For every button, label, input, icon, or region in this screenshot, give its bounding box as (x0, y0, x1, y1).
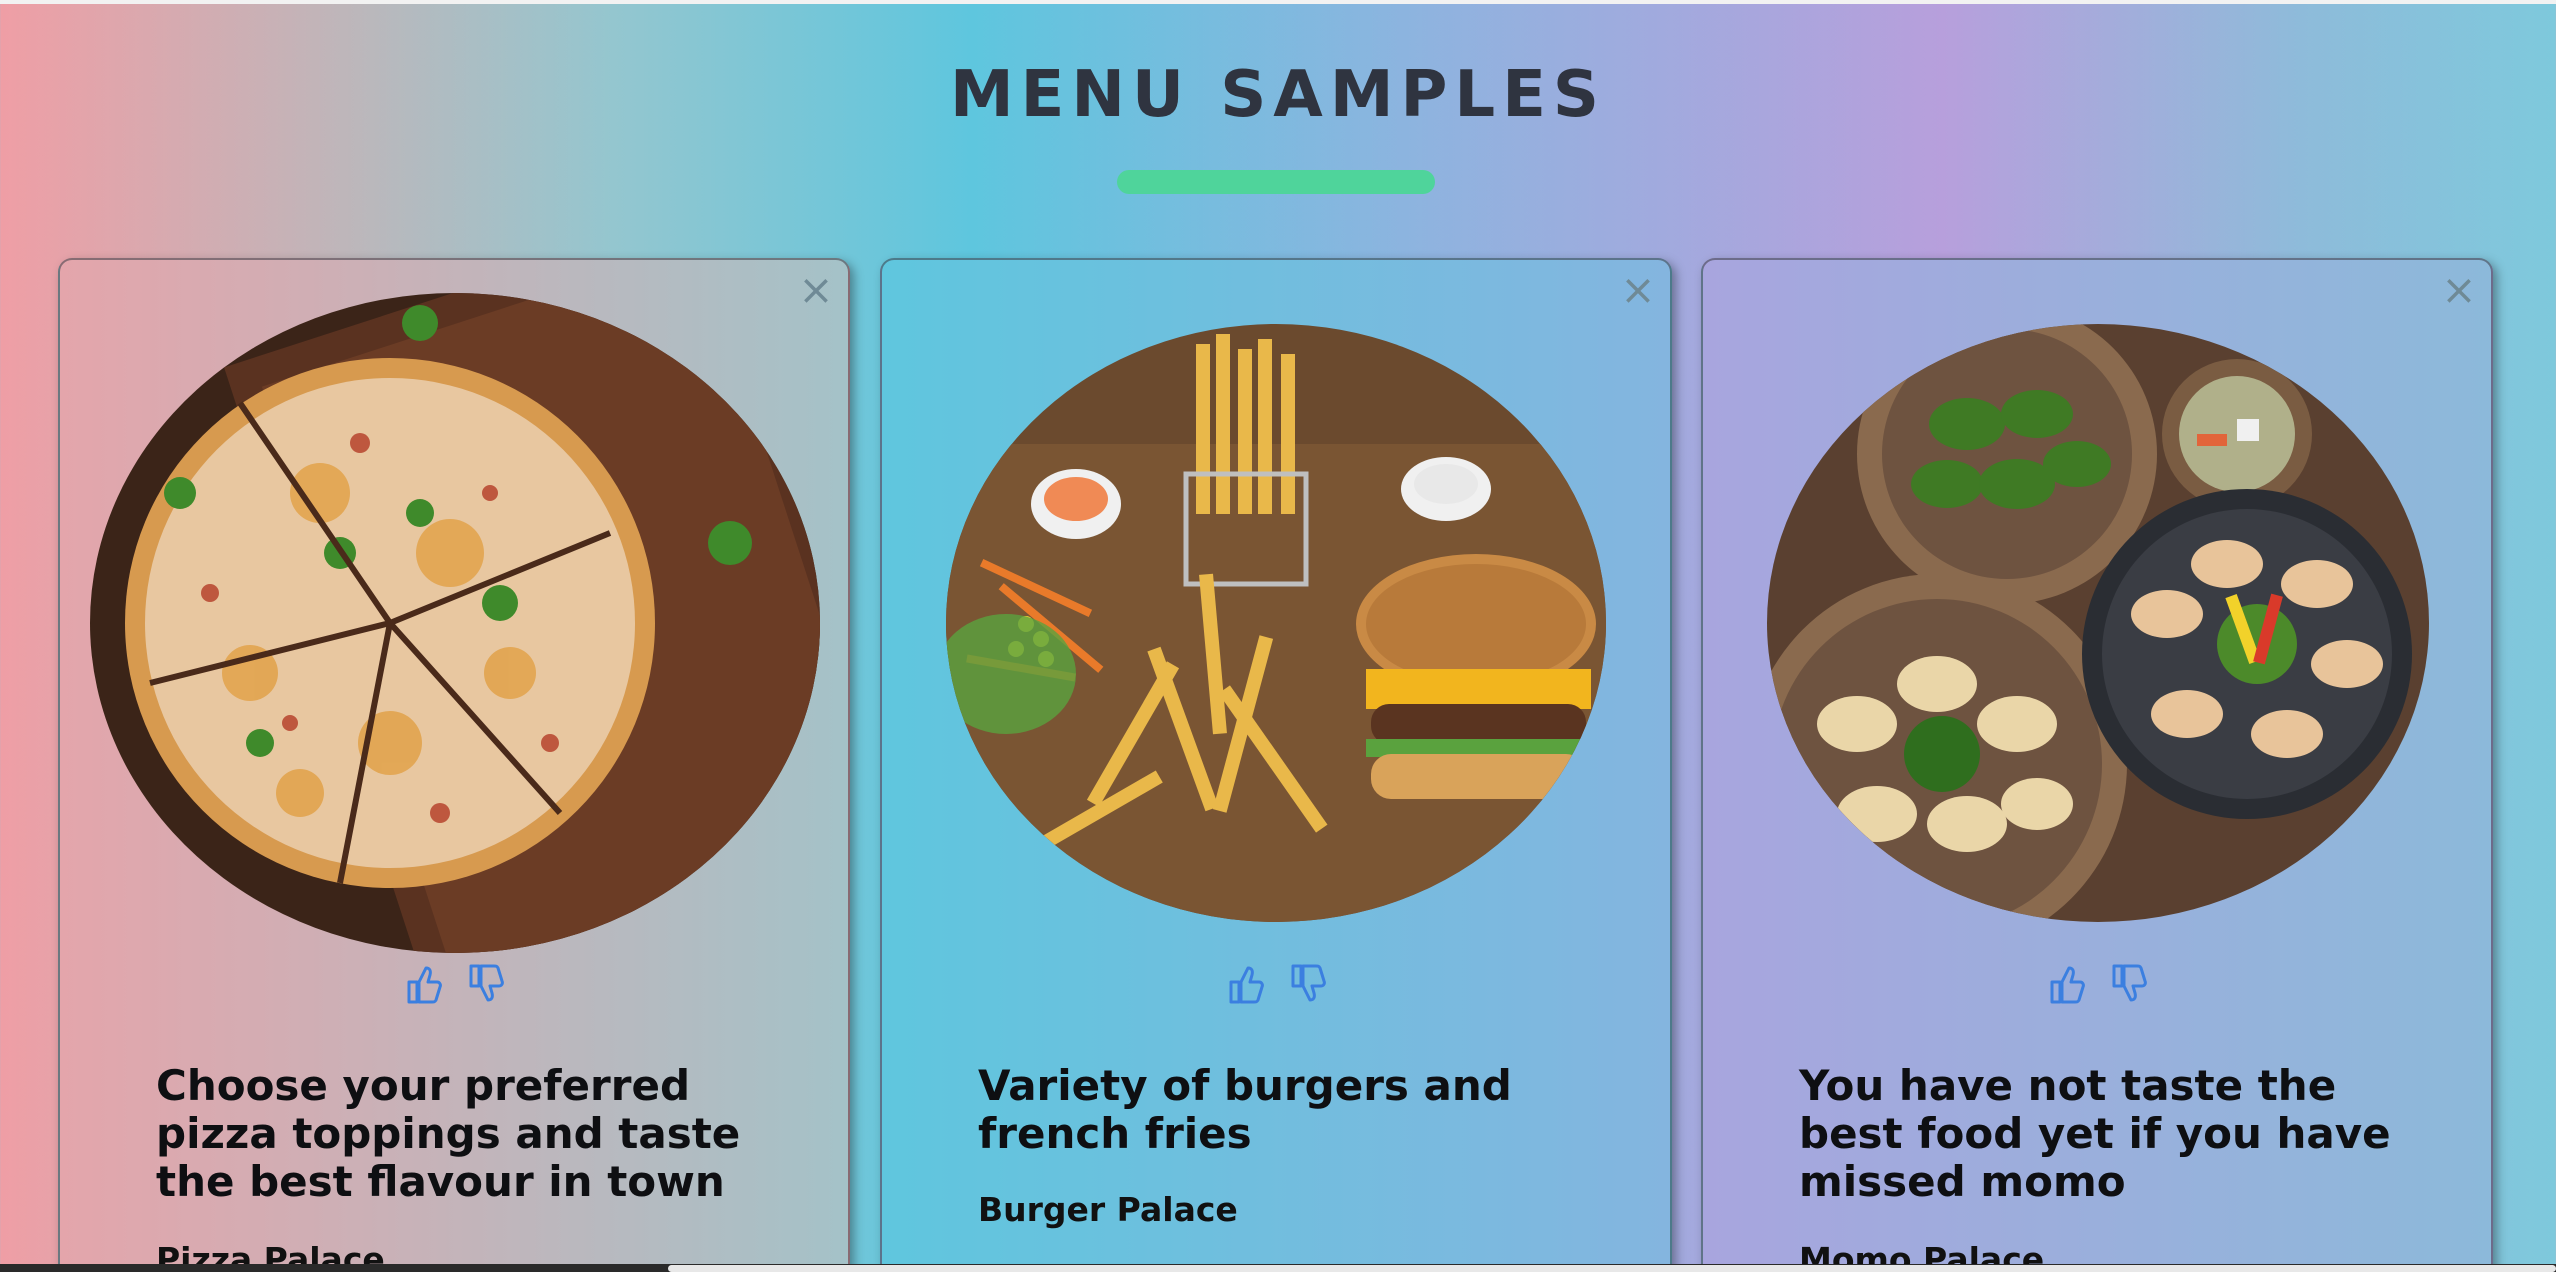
pizza-photo (90, 293, 820, 953)
vote-group (1703, 962, 2491, 1006)
menu-card-pizza: × Choose your preferred pizza toppings a… (58, 258, 850, 1272)
vote-group (60, 962, 848, 1006)
card-caption: You have not taste the best food yet if … (1799, 1061, 2391, 1206)
thumbs-down-icon[interactable] (465, 962, 505, 1006)
menu-card-momo: × You have not taste the best food yet i… (1701, 258, 2493, 1272)
close-icon[interactable]: × (2437, 268, 2481, 312)
thumbs-up-icon[interactable] (1225, 962, 1265, 1006)
burger-photo (946, 324, 1606, 922)
card-caption: Variety of burgers and french fries (978, 1061, 1512, 1158)
thumbs-up-icon[interactable] (2046, 962, 2086, 1006)
thumbs-down-icon[interactable] (1287, 962, 1327, 1006)
thumbs-down-icon[interactable] (2108, 962, 2148, 1006)
restaurant-name: Burger Palace (978, 1190, 1238, 1229)
title-underline (1117, 170, 1435, 194)
vote-group (882, 962, 1670, 1006)
momo-photo (1767, 324, 2429, 922)
top-edge (0, 0, 2556, 4)
card-caption: Choose your preferred pizza toppings and… (156, 1061, 741, 1206)
menu-card-burger: × Variety of burgers and french fries Bu… (880, 258, 1672, 1272)
close-icon[interactable]: × (1616, 268, 1660, 312)
thumbs-up-icon[interactable] (403, 962, 443, 1006)
scrollbar-thumb[interactable] (668, 1265, 2556, 1272)
close-icon[interactable]: × (794, 268, 838, 312)
page-title: MENU SAMPLES (949, 58, 1607, 132)
horizontal-scrollbar[interactable] (0, 1264, 2556, 1272)
